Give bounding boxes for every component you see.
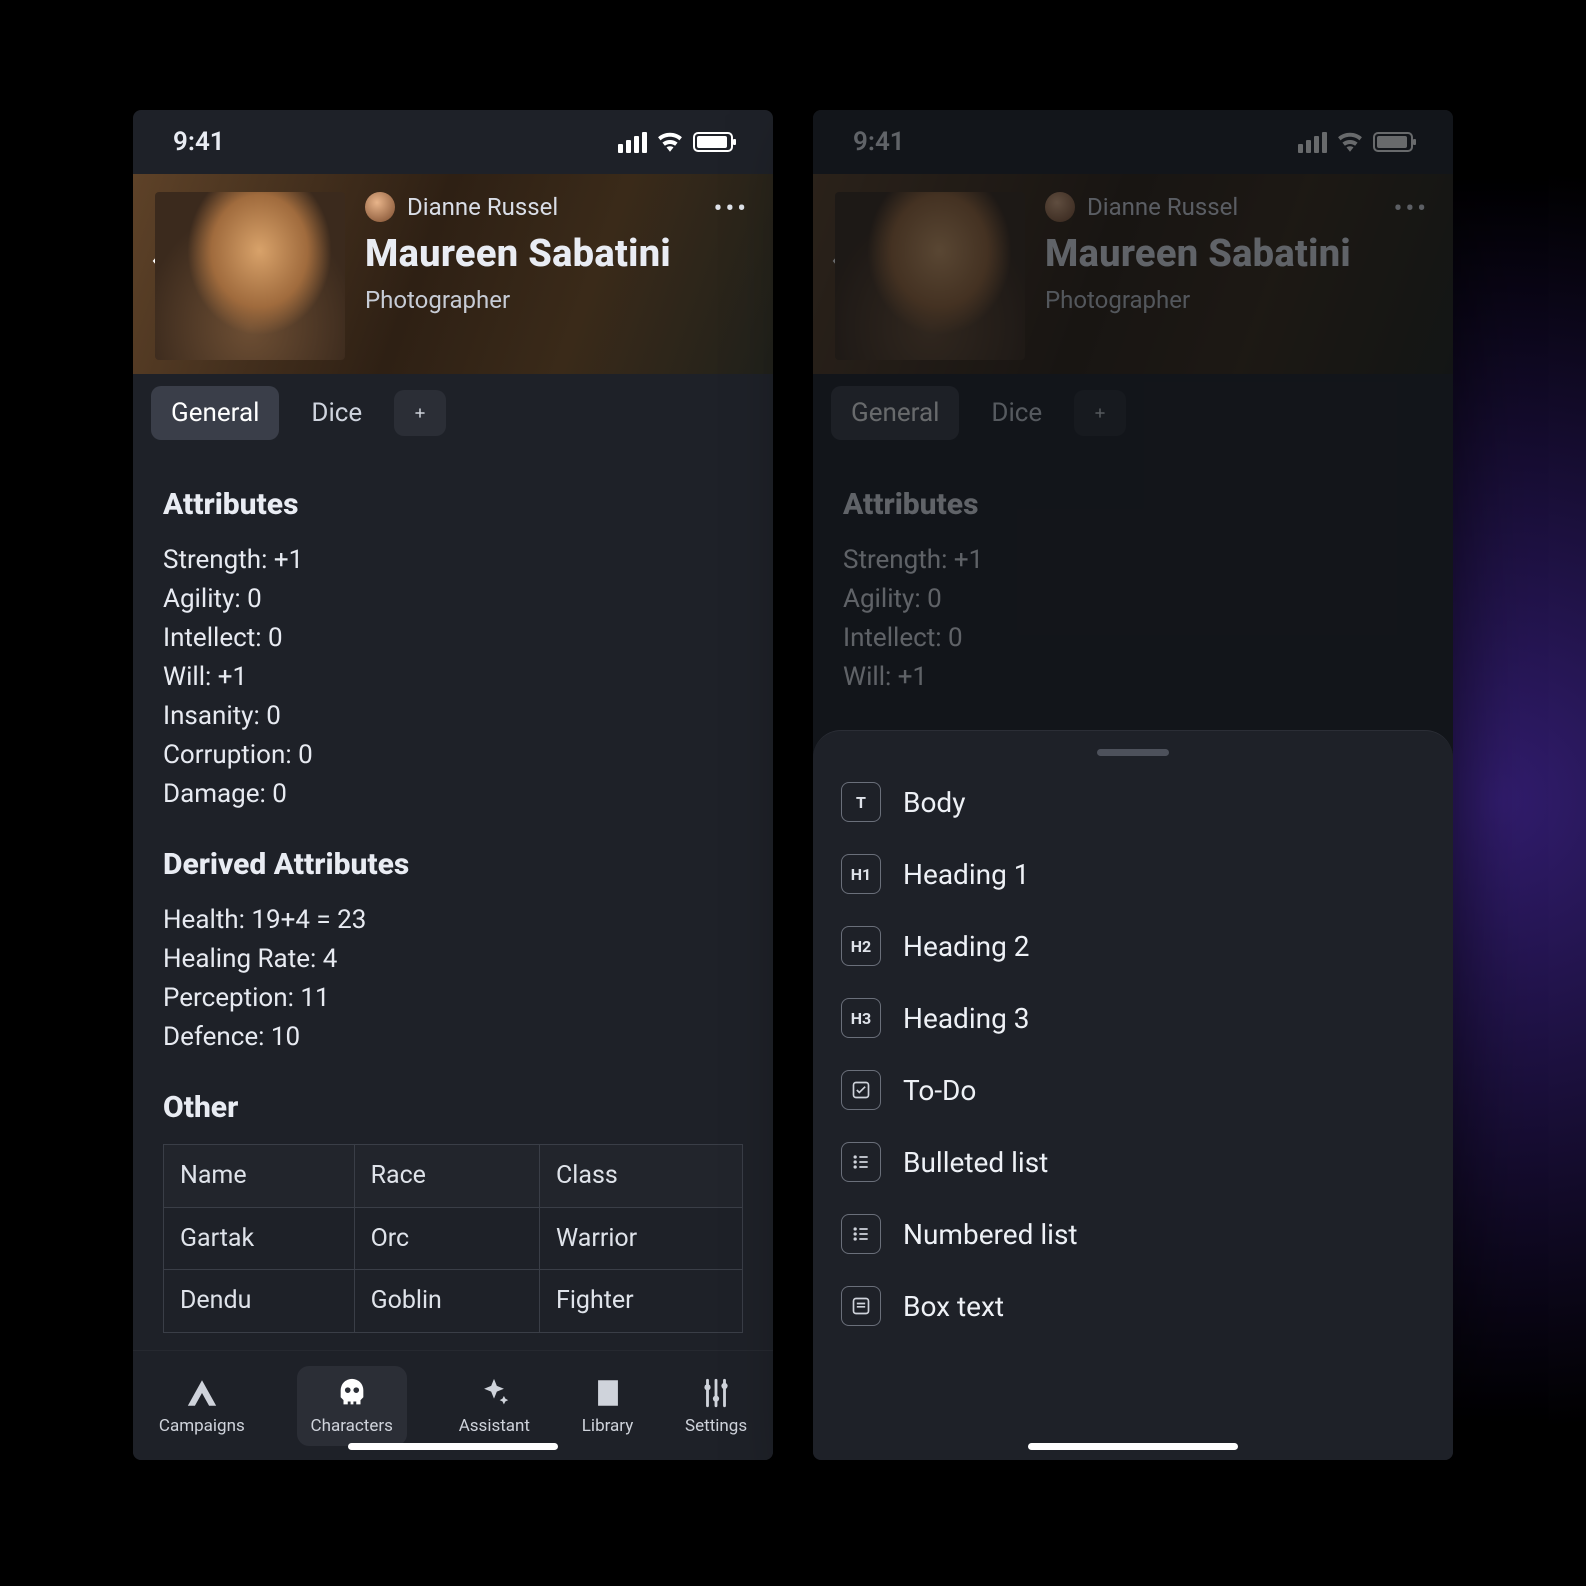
section-other-title: Other [163, 1085, 743, 1130]
option-heading-1[interactable]: H1 Heading 1 [835, 838, 1431, 910]
option-label: To-Do [903, 1074, 976, 1107]
phone-character-detail: 9:41 Dianne Russel Maureen Sabatini Phot… [133, 110, 773, 1460]
option-todo[interactable]: To-Do [835, 1054, 1431, 1126]
nav-label: Library [582, 1416, 633, 1436]
character-subtitle: Photographer [365, 286, 751, 314]
col-race: Race [354, 1145, 539, 1208]
derived-perception: Perception: 11 [163, 979, 743, 1018]
option-box-text[interactable]: Box text [835, 1270, 1431, 1342]
tabs: General Dice [133, 374, 773, 452]
status-bar: 9:41 [133, 110, 773, 174]
format-bottom-sheet: T Body H1 Heading 1 H2 Heading 2 H3 Head… [813, 730, 1453, 1460]
tab-general[interactable]: General [151, 386, 279, 440]
option-body[interactable]: T Body [835, 766, 1431, 838]
tent-icon [185, 1376, 219, 1410]
home-indicator [1028, 1443, 1238, 1450]
nav-library[interactable]: Library [582, 1376, 633, 1436]
section-attributes-title: Attributes [163, 482, 743, 527]
skull-icon [335, 1376, 369, 1410]
cellular-icon [618, 132, 647, 153]
status-icons [618, 132, 733, 153]
nav-assistant[interactable]: Assistant [459, 1376, 530, 1436]
derived-healing: Healing Rate: 4 [163, 940, 743, 979]
sliders-icon [699, 1376, 733, 1410]
table-row: Gartak Orc Warrior [164, 1207, 743, 1270]
col-name: Name [164, 1145, 355, 1208]
checkbox-icon [841, 1070, 881, 1110]
bookmark-icon [591, 1376, 625, 1410]
option-numbered-list[interactable]: Numbered list [835, 1198, 1431, 1270]
nav-campaigns[interactable]: Campaigns [159, 1376, 245, 1436]
owner-row[interactable]: Dianne Russel [365, 192, 751, 222]
option-label: Box text [903, 1290, 1004, 1323]
text-icon: T [841, 782, 881, 822]
sheet-grabber[interactable] [1097, 749, 1169, 756]
attr-damage: Damage: 0 [163, 775, 743, 814]
plus-icon [414, 402, 426, 424]
character-title: Maureen Sabatini [365, 232, 751, 276]
owner-avatar [365, 192, 395, 222]
option-label: Heading 1 [903, 858, 1030, 891]
sparkle-icon [477, 1376, 511, 1410]
character-portrait [155, 192, 345, 360]
nav-label: Settings [685, 1416, 747, 1436]
derived-defence: Defence: 10 [163, 1018, 743, 1057]
phone-format-sheet: 9:41 Dianne Russel Maureen Sabatini Phot… [813, 110, 1453, 1460]
h1-icon: H1 [841, 854, 881, 894]
other-table: Name Race Class Gartak Orc Warrior Dendu… [163, 1144, 743, 1333]
attr-strength: Strength: +1 [163, 541, 743, 580]
option-label: Heading 3 [903, 1002, 1030, 1035]
list-number-icon [841, 1214, 881, 1254]
option-label: Heading 2 [903, 930, 1030, 963]
attr-corruption: Corruption: 0 [163, 736, 743, 775]
main-content: Attributes Strength: +1 Agility: 0 Intel… [133, 452, 773, 1333]
option-label: Body [903, 786, 965, 819]
attr-insanity: Insanity: 0 [163, 697, 743, 736]
tab-dice[interactable]: Dice [291, 386, 382, 440]
home-indicator [348, 1443, 558, 1450]
nav-characters[interactable]: Characters [297, 1366, 407, 1446]
option-heading-3[interactable]: H3 Heading 3 [835, 982, 1431, 1054]
attr-intellect: Intellect: 0 [163, 619, 743, 658]
derived-health: Health: 19+4 = 23 [163, 901, 743, 940]
h2-icon: H2 [841, 926, 881, 966]
attr-agility: Agility: 0 [163, 580, 743, 619]
list-bullet-icon [841, 1142, 881, 1182]
tab-add[interactable] [394, 390, 446, 436]
col-class: Class [540, 1145, 743, 1208]
option-bulleted-list[interactable]: Bulleted list [835, 1126, 1431, 1198]
table-header-row: Name Race Class [164, 1145, 743, 1208]
nav-settings[interactable]: Settings [685, 1376, 747, 1436]
more-icon[interactable]: ••• [714, 194, 749, 224]
owner-name: Dianne Russel [407, 193, 558, 221]
nav-label: Characters [311, 1416, 393, 1436]
attr-will: Will: +1 [163, 658, 743, 697]
nav-label: Campaigns [159, 1416, 245, 1436]
battery-icon [693, 132, 733, 152]
h3-icon: H3 [841, 998, 881, 1038]
option-label: Bulleted list [903, 1146, 1048, 1179]
status-time: 9:41 [173, 127, 225, 157]
table-row: Dendu Goblin Fighter [164, 1270, 743, 1333]
wifi-icon [657, 132, 683, 152]
option-label: Numbered list [903, 1218, 1078, 1251]
option-heading-2[interactable]: H2 Heading 2 [835, 910, 1431, 982]
character-header: Dianne Russel Maureen Sabatini Photograp… [133, 174, 773, 374]
section-derived-title: Derived Attributes [163, 842, 743, 887]
nav-label: Assistant [459, 1416, 530, 1436]
box-text-icon [841, 1286, 881, 1326]
